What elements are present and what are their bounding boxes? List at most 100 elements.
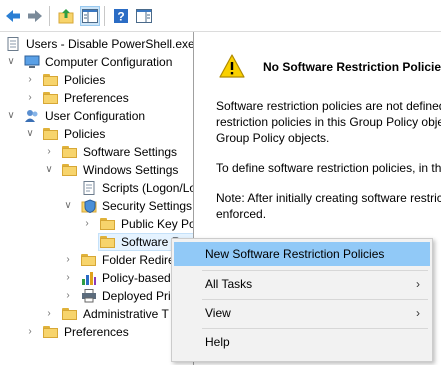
chevron-down-icon[interactable]: ∨ [6, 107, 16, 125]
tree-item-label: User Configuration [45, 109, 146, 123]
tree-item-cc-policies[interactable]: › Policies [0, 71, 193, 89]
menu-separator [202, 299, 428, 300]
action-pane-button[interactable] [134, 6, 154, 26]
tree-item-software-settings[interactable]: › Software Settings [0, 143, 193, 161]
folder-icon [43, 91, 59, 105]
gpo-document-icon [5, 37, 21, 51]
context-menu: New Software Restriction Policies All Ta… [171, 238, 433, 362]
menu-item-label: New Software Restriction Policies [205, 247, 385, 261]
printer-icon [81, 289, 97, 303]
tree-item-label: Computer Configuration [45, 55, 173, 69]
menu-item-help[interactable]: Help [174, 330, 430, 354]
tree-item-label: Deployed Pri [102, 289, 171, 303]
menu-item-label: All Tasks [205, 277, 253, 291]
toolbar: ? [0, 0, 441, 32]
chevron-right-icon[interactable]: › [63, 287, 73, 305]
tree-item-label: Public Key Po [121, 217, 194, 231]
arrow-left-icon [6, 10, 20, 22]
show-hide-tree-button[interactable] [80, 6, 100, 26]
chevron-down-icon[interactable]: ∨ [44, 161, 54, 179]
tree-item-label: Scripts (Logon/Lo [102, 181, 194, 195]
pane-title: No Software Restriction Policies [263, 60, 441, 74]
security-settings-icon [81, 199, 97, 214]
pane-paragraph-3: Note: After initially creating software … [216, 190, 441, 222]
users-icon [24, 109, 40, 123]
menu-item-all-tasks[interactable]: All Tasks › [174, 272, 430, 296]
menu-separator [202, 328, 428, 329]
tree-item-label: Users - Disable PowerShell.exe [ [26, 37, 194, 51]
folder-icon [43, 73, 59, 87]
toolbar-separator [49, 6, 50, 26]
toolbar-separator [104, 6, 105, 26]
submenu-arrow-icon: › [416, 277, 420, 291]
menu-item-label: View [205, 306, 231, 320]
chevron-right-icon[interactable]: › [63, 269, 73, 287]
folder-icon [62, 145, 78, 159]
tree-item-user-configuration[interactable]: ∨ User Configuration [0, 107, 193, 125]
arrow-right-icon [28, 10, 42, 22]
chevron-down-icon[interactable]: ∨ [63, 197, 73, 215]
help-icon: ? [114, 9, 128, 24]
pane-paragraph-2: To define software restriction policies,… [216, 161, 441, 175]
warning-icon [219, 54, 245, 81]
tree-item-deployed-printers[interactable]: › Deployed Pri [0, 287, 193, 305]
chevron-right-icon[interactable]: › [82, 215, 92, 233]
tree-item-software-restriction[interactable]: Software R [0, 233, 193, 251]
folder-icon [100, 235, 116, 249]
help-button[interactable]: ? [111, 6, 131, 26]
tree-item-label: Folder Redire [102, 253, 175, 267]
pane-text-line: restriction policies in this Group Polic… [216, 115, 441, 129]
chevron-down-icon[interactable]: ∨ [25, 125, 35, 143]
pane-text-line: Note: After initially creating software … [216, 191, 441, 205]
tree-item-label: Policies [64, 73, 106, 87]
tree-item-label: Administrative T [83, 307, 169, 321]
back-button[interactable] [3, 6, 23, 26]
folder-icon [43, 325, 59, 339]
action-pane-icon [136, 9, 152, 23]
tree-item-computer-configuration[interactable]: ∨ Computer Configuration [0, 53, 193, 71]
forward-button[interactable] [25, 6, 45, 26]
tree-item-cc-preferences[interactable]: › Preferences [0, 89, 193, 107]
chevron-right-icon[interactable]: › [63, 251, 73, 269]
tree-item-uc-preferences[interactable]: › Preferences [0, 323, 193, 341]
pane-text-line: Software restriction policies are not de… [216, 99, 441, 113]
pane-text-line: enforced. [216, 207, 267, 221]
tree-item-root[interactable]: Users - Disable PowerShell.exe [ [0, 35, 194, 53]
tree-item-policy-based[interactable]: › Policy-based [0, 269, 193, 287]
menu-item-view[interactable]: View › [174, 301, 430, 325]
menu-item-new-software-restriction-policies[interactable]: New Software Restriction Policies [174, 242, 430, 266]
pane-paragraph-1: Software restriction policies are not de… [216, 98, 441, 146]
console-tree-icon [82, 9, 98, 23]
chevron-right-icon[interactable]: › [44, 305, 54, 323]
computer-icon [24, 55, 40, 69]
tree-item-label: Preferences [64, 325, 129, 339]
tree-item-label: Security Settings [102, 199, 193, 213]
tree-item-label: Windows Settings [83, 163, 179, 177]
tree-item-label: Policies [64, 127, 106, 141]
pane-text-line: Group Policy objects. [216, 131, 330, 145]
chevron-right-icon[interactable]: › [25, 89, 35, 107]
tree-item-label: Software Settings [83, 145, 178, 159]
folder-icon [43, 127, 59, 141]
tree-item-windows-settings[interactable]: ∨ Windows Settings [0, 161, 193, 179]
chevron-right-icon[interactable]: › [25, 71, 35, 89]
chevron-right-icon[interactable]: › [44, 143, 54, 161]
folder-icon [62, 163, 78, 177]
tree-item-uc-policies[interactable]: ∨ Policies [0, 125, 193, 143]
tree-item-label: Preferences [64, 91, 129, 105]
chevron-down-icon[interactable]: ∨ [6, 53, 16, 71]
folder-icon [62, 307, 78, 321]
tree-item-folder-redirection[interactable]: › Folder Redire [0, 251, 193, 269]
up-button[interactable] [56, 6, 76, 26]
tree-item-public-key[interactable]: › Public Key Po [0, 215, 194, 233]
tree-item-security-settings[interactable]: ∨ Security Settings [0, 197, 193, 215]
svg-text:?: ? [117, 10, 124, 24]
tree-item-administrative[interactable]: › Administrative T [0, 305, 193, 323]
folder-icon [81, 253, 97, 267]
menu-separator [202, 270, 428, 271]
chevron-right-icon[interactable]: › [25, 323, 35, 341]
bar-chart-icon [81, 271, 97, 285]
tree-item-scripts[interactable]: Scripts (Logon/Lo [0, 179, 194, 197]
tree-item-label: Policy-based [102, 271, 171, 285]
up-folder-icon [58, 9, 74, 24]
